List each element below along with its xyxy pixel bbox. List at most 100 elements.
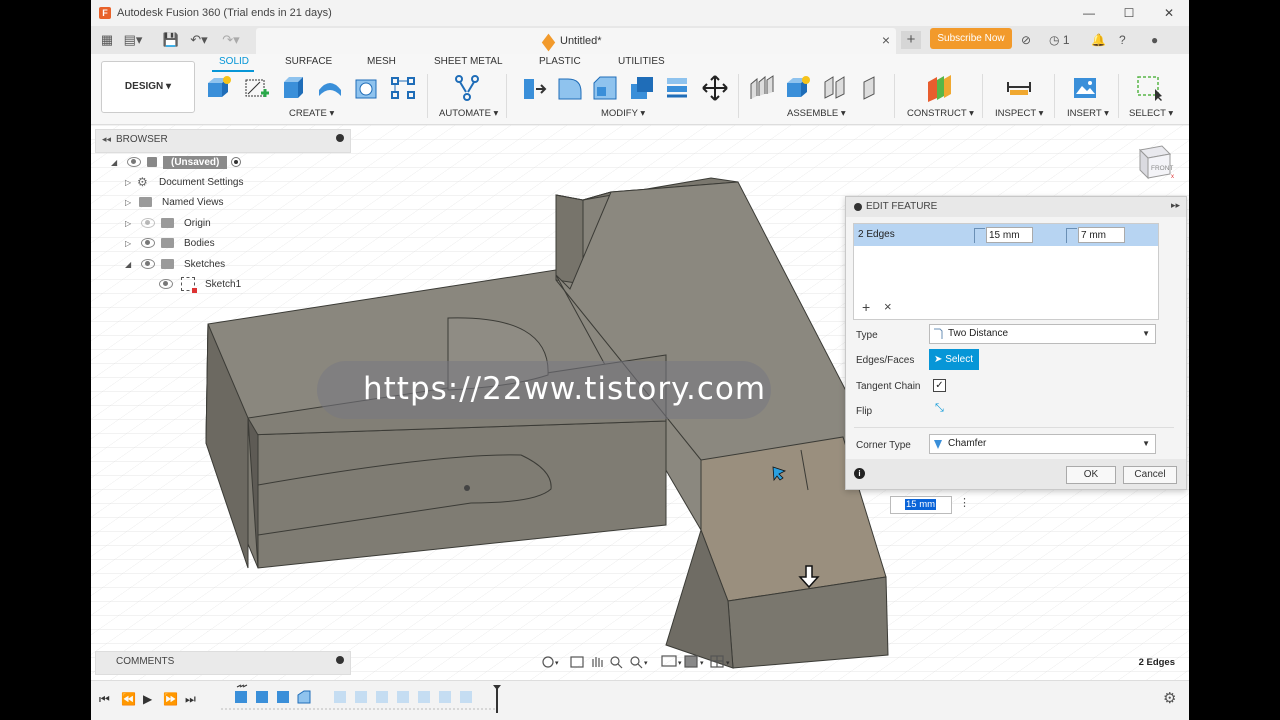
- tab-surface[interactable]: SURFACE: [285, 56, 332, 67]
- maximize-button[interactable]: ☐: [1109, 0, 1149, 26]
- select-group-label[interactable]: SELECT ▾: [1129, 108, 1173, 119]
- tab-utilities[interactable]: UTILITIES: [618, 56, 665, 67]
- browser-item-sketch1[interactable]: Sketch1: [151, 275, 241, 293]
- hidden-eye-icon[interactable]: [141, 218, 155, 228]
- job-status[interactable]: ◷ 1: [1049, 30, 1070, 50]
- inspect-group-label[interactable]: INSPECT ▾: [995, 108, 1043, 119]
- measure-icon[interactable]: [1005, 74, 1033, 102]
- collapse-triangle-icon[interactable]: ◢: [125, 260, 133, 269]
- fillet-icon[interactable]: [556, 74, 584, 102]
- undo-icon[interactable]: ↶▾: [189, 30, 209, 50]
- step-back-icon[interactable]: ⏪: [121, 692, 136, 706]
- close-window-button[interactable]: ✕: [1149, 0, 1189, 26]
- edge-set-row[interactable]: 2 Edges 15 mm 7 mm: [854, 224, 1158, 246]
- gear-icon[interactable]: ⚙: [1163, 689, 1176, 707]
- step-forward-icon[interactable]: ⏩: [163, 692, 178, 706]
- activate-radio-icon[interactable]: [231, 157, 242, 167]
- viewcube[interactable]: FRONT x: [1136, 140, 1174, 182]
- automate-icon[interactable]: [453, 74, 481, 102]
- motion-link-icon[interactable]: [857, 74, 885, 102]
- more-options-icon[interactable]: ⋮: [959, 496, 970, 509]
- insert-image-icon[interactable]: [1071, 74, 1099, 102]
- visibility-eye-icon[interactable]: [141, 259, 155, 269]
- save-icon[interactable]: 💾: [161, 30, 181, 50]
- assemble-group-label[interactable]: ASSEMBLE ▾: [787, 108, 846, 119]
- go-to-end-icon[interactable]: ⏭: [185, 692, 196, 707]
- edit-feature-header[interactable]: EDIT FEATURE ▸▸: [846, 197, 1186, 217]
- joint-icon[interactable]: [748, 74, 776, 102]
- subscribe-button[interactable]: Subscribe Now: [930, 28, 1012, 49]
- add-edge-set-button[interactable]: +: [862, 299, 870, 315]
- close-tab-button[interactable]: ×: [882, 32, 890, 48]
- help-icon[interactable]: ?: [1119, 30, 1126, 50]
- tangent-chain-checkbox[interactable]: ✓: [933, 379, 946, 392]
- distance-input-value[interactable]: 15 mm: [905, 499, 937, 510]
- new-component-assemble-icon[interactable]: [784, 74, 812, 102]
- tab-mesh[interactable]: MESH: [367, 56, 396, 67]
- distance-two-input[interactable]: 7 mm: [1078, 227, 1125, 243]
- user-icon[interactable]: ●: [1151, 30, 1158, 50]
- new-tab-button[interactable]: +: [901, 31, 921, 49]
- browser-item-document-settings[interactable]: ▷ ⚙ Document Settings: [125, 173, 244, 191]
- construct-group-label[interactable]: CONSTRUCT ▾: [907, 108, 974, 119]
- info-icon[interactable]: i: [854, 468, 865, 479]
- browser-root[interactable]: ◢ (Unsaved): [111, 153, 242, 171]
- combine-icon[interactable]: [664, 74, 692, 102]
- browser-pin-icon[interactable]: [336, 134, 344, 142]
- corner-type-select[interactable]: Chamfer ▼: [929, 434, 1156, 454]
- revolve-icon[interactable]: [316, 74, 344, 102]
- create-group-label[interactable]: CREATE ▾: [289, 108, 334, 119]
- collapse-browser-icon[interactable]: ◂◂: [102, 134, 111, 145]
- workspace-switcher[interactable]: DESIGN ▾: [101, 61, 195, 113]
- redo-icon[interactable]: ↷▾: [221, 30, 241, 50]
- grid-icon[interactable]: ▦: [97, 30, 117, 50]
- play-icon[interactable]: ▶: [143, 692, 152, 706]
- visibility-eye-icon[interactable]: [127, 157, 141, 167]
- distance-input-box[interactable]: 15 mm: [890, 496, 952, 514]
- timeline-features[interactable]: [219, 683, 509, 719]
- expand-triangle-icon[interactable]: ▷: [125, 239, 133, 248]
- visibility-eye-icon[interactable]: [159, 279, 173, 289]
- browser-item-named-views[interactable]: ▷ Named Views: [125, 193, 224, 211]
- hole-icon[interactable]: [353, 74, 381, 102]
- tab-plastic[interactable]: PLASTIC: [539, 56, 581, 67]
- cancel-button[interactable]: Cancel: [1123, 466, 1177, 484]
- expand-panel-icon[interactable]: ▸▸: [1171, 200, 1180, 211]
- offset-plane-icon[interactable]: [925, 74, 953, 102]
- move-copy-icon[interactable]: [701, 74, 729, 102]
- remove-edge-set-button[interactable]: ×: [884, 299, 892, 314]
- select-box-icon[interactable]: [1135, 74, 1163, 102]
- pattern-icon[interactable]: [389, 74, 417, 102]
- tab-sheet-metal[interactable]: SHEET METAL: [434, 56, 503, 67]
- flip-toggle-icon[interactable]: ⤡: [935, 402, 944, 415]
- expand-triangle-icon[interactable]: ▷: [125, 219, 133, 228]
- ok-button[interactable]: OK: [1066, 466, 1116, 484]
- minimize-button[interactable]: —: [1069, 0, 1109, 26]
- new-component-icon[interactable]: [205, 74, 233, 102]
- automate-group-label[interactable]: AUTOMATE ▾: [439, 108, 498, 119]
- tab-solid[interactable]: SOLID: [219, 56, 249, 67]
- extrude-icon[interactable]: [279, 74, 307, 102]
- chamfer-icon[interactable]: [591, 74, 619, 102]
- create-sketch-icon[interactable]: [242, 74, 270, 102]
- go-to-start-icon[interactable]: ⏮: [99, 692, 110, 707]
- expand-triangle-icon[interactable]: ▷: [125, 198, 133, 207]
- browser-item-bodies[interactable]: ▷ Bodies: [125, 234, 215, 252]
- document-tab[interactable]: Untitled* ×: [256, 28, 896, 54]
- file-icon[interactable]: ▤▾: [123, 30, 143, 50]
- shell-icon[interactable]: [628, 74, 656, 102]
- modify-group-label[interactable]: MODIFY ▾: [601, 108, 645, 119]
- expand-triangle-icon[interactable]: ▷: [125, 178, 133, 187]
- comments-panel-header[interactable]: COMMENTS: [95, 651, 351, 675]
- collapse-triangle-icon[interactable]: ◢: [111, 158, 119, 167]
- add-comment-icon[interactable]: [336, 656, 344, 664]
- extensions-icon[interactable]: ⊘: [1021, 30, 1031, 50]
- panel-collapse-icon[interactable]: [854, 203, 862, 211]
- insert-group-label[interactable]: INSERT ▾: [1067, 108, 1109, 119]
- distance-one-input[interactable]: 15 mm: [986, 227, 1033, 243]
- press-pull-icon[interactable]: [521, 74, 549, 102]
- edges-select-button[interactable]: ➤ Select: [929, 349, 979, 370]
- as-built-joint-icon[interactable]: [821, 74, 849, 102]
- browser-item-sketches[interactable]: ◢ Sketches: [125, 255, 225, 273]
- browser-panel-header[interactable]: ◂◂ BROWSER: [95, 129, 351, 153]
